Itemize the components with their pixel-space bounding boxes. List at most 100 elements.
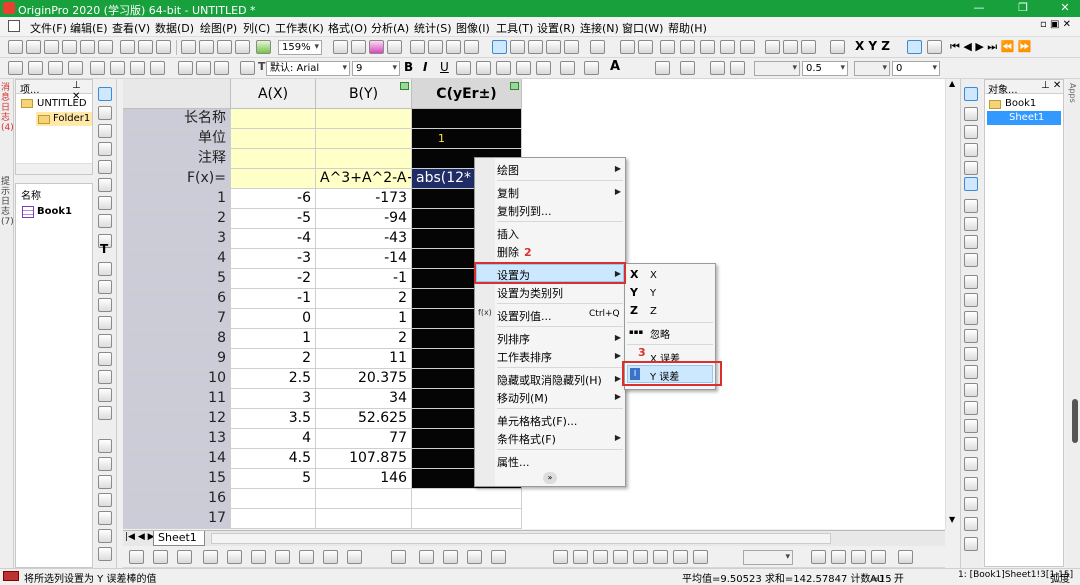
data-reader-icon[interactable] xyxy=(510,40,525,54)
add-layer-icon[interactable] xyxy=(964,311,978,325)
open-icon[interactable] xyxy=(181,40,196,54)
plot-scatter-icon[interactable] xyxy=(720,40,735,54)
worksheet-icon[interactable] xyxy=(8,61,23,75)
menu-item-x[interactable]: X xyxy=(650,270,657,281)
cell[interactable] xyxy=(316,129,412,149)
image-tool-icon[interactable] xyxy=(98,352,112,366)
cell-a[interactable]: -3 xyxy=(231,249,316,269)
print-preview-icon[interactable] xyxy=(351,40,366,54)
add-column-icon[interactable] xyxy=(528,40,543,54)
minimize-icon[interactable]: — xyxy=(972,1,986,15)
align-left-icon[interactable] xyxy=(553,550,568,564)
row-header[interactable]: 4 xyxy=(123,249,231,269)
undo-icon[interactable] xyxy=(240,61,255,75)
menu-item-copy[interactable]: 复制 xyxy=(497,185,519,201)
draw-data-icon[interactable] xyxy=(98,214,112,228)
layer-icon[interactable] xyxy=(98,406,112,420)
inset-icon[interactable] xyxy=(964,401,978,415)
cell-b[interactable]: -94 xyxy=(316,209,412,229)
delete-col-icon[interactable] xyxy=(68,61,83,75)
zoom-icon[interactable] xyxy=(98,106,112,120)
hint-log-tab[interactable]: 提示日志 (7) xyxy=(1,177,14,227)
plot-area-icon[interactable] xyxy=(251,550,266,564)
greek-icon[interactable] xyxy=(496,61,511,75)
circle-icon[interactable] xyxy=(98,457,112,471)
plot-bar-icon[interactable] xyxy=(700,40,715,54)
plot-stat-icon[interactable] xyxy=(323,550,338,564)
cell-c[interactable] xyxy=(412,489,522,509)
code-builder-icon[interactable] xyxy=(410,40,425,54)
plot-template-icon[interactable] xyxy=(419,550,434,564)
cell-b[interactable]: 107.875 xyxy=(316,449,412,469)
row-label-fx[interactable]: F(x)= xyxy=(123,169,231,189)
align-middle-icon[interactable] xyxy=(633,550,648,564)
cell-a[interactable]: 3.5 xyxy=(231,409,316,429)
add-row-icon[interactable] xyxy=(590,40,605,54)
cell-a[interactable]: -4 xyxy=(231,229,316,249)
merge-graphs-icon[interactable] xyxy=(964,275,978,289)
layout-4-icon[interactable] xyxy=(964,253,978,267)
cell-b[interactable]: 77 xyxy=(316,429,412,449)
col-header-a[interactable]: A(X) xyxy=(231,79,316,109)
row-header[interactable]: 10 xyxy=(123,369,231,389)
import-icon[interactable] xyxy=(564,40,579,54)
zoom-combo[interactable]: 159% xyxy=(278,40,322,55)
line-style-combo[interactable] xyxy=(754,61,800,76)
scale-icon[interactable] xyxy=(98,142,112,156)
split-icon[interactable] xyxy=(110,61,125,75)
set-xyz-icon[interactable]: X Y Z xyxy=(855,39,890,53)
sheet-tab-sheet1[interactable]: Sheet1 xyxy=(153,531,205,546)
properties-icon[interactable] xyxy=(98,493,112,507)
screen-reader-icon[interactable] xyxy=(98,160,112,174)
plot-3d-icon[interactable] xyxy=(275,550,290,564)
row-header[interactable]: 14 xyxy=(123,449,231,469)
pattern-combo[interactable] xyxy=(854,61,890,76)
layout-2-icon[interactable] xyxy=(964,217,978,231)
row-header[interactable]: 13 xyxy=(123,429,231,449)
group-icon[interactable] xyxy=(811,550,826,564)
plot-special-icon[interactable] xyxy=(347,550,362,564)
column-stats-icon[interactable] xyxy=(620,40,635,54)
value-combo[interactable]: 0 xyxy=(892,61,940,76)
hand-tool-icon[interactable] xyxy=(98,334,112,348)
menu-help[interactable]: 帮助(H) xyxy=(668,20,707,36)
selector-icon[interactable] xyxy=(98,196,112,210)
cell-b[interactable]: -1 xyxy=(316,269,412,289)
duplicate-icon[interactable] xyxy=(387,40,402,54)
mdi-restore-icon[interactable]: ▫ ▣ ✕ xyxy=(1040,19,1071,30)
row-label-comments[interactable]: 注释 xyxy=(123,149,231,169)
menu-connect[interactable]: 连接(N) xyxy=(580,20,619,36)
menu-edit[interactable]: 编辑(E) xyxy=(70,20,108,36)
new-function-icon[interactable] xyxy=(98,40,113,54)
cell-b[interactable]: 20.375 xyxy=(316,369,412,389)
legend-icon[interactable] xyxy=(964,161,978,175)
ungroup-icon[interactable] xyxy=(831,550,846,564)
col-header-b[interactable]: B(Y) xyxy=(316,79,412,109)
restore-icon[interactable]: ❐ xyxy=(1016,1,1030,15)
corner-cell[interactable] xyxy=(123,79,231,109)
align-center-icon[interactable] xyxy=(573,550,588,564)
layer-mgmt-icon[interactable] xyxy=(964,107,978,121)
cell-b[interactable]: 11 xyxy=(316,349,412,369)
menu-item-set-column-values[interactable]: 设置列值... xyxy=(497,308,552,324)
apps-tab[interactable]: Apps xyxy=(1066,79,1080,569)
run-icon[interactable] xyxy=(964,177,978,191)
set-x-error-icon[interactable] xyxy=(830,40,845,54)
menu-worksheet[interactable]: 工作表(K) xyxy=(275,20,324,36)
reapply-filter-icon[interactable] xyxy=(801,40,816,54)
row-header[interactable]: 2 xyxy=(123,209,231,229)
line-tool-icon[interactable] xyxy=(98,298,112,312)
add-sheet-icon[interactable] xyxy=(546,40,561,54)
row-header[interactable]: 7 xyxy=(123,309,231,329)
cell-a[interactable]: -1 xyxy=(231,289,316,309)
cell-b[interactable]: 1 xyxy=(316,309,412,329)
font-combo[interactable]: 默认: Arial xyxy=(266,61,350,76)
menu-item-properties[interactable]: 属性... xyxy=(497,454,530,470)
menu-image[interactable]: 图像(I) xyxy=(456,20,490,36)
cell-b[interactable]: 34 xyxy=(316,389,412,409)
plot-column-icon[interactable] xyxy=(740,40,755,54)
export-icon[interactable] xyxy=(98,547,112,561)
save-icon[interactable] xyxy=(235,40,250,54)
layout-3-icon[interactable] xyxy=(964,235,978,249)
new-layout-icon[interactable] xyxy=(120,40,135,54)
